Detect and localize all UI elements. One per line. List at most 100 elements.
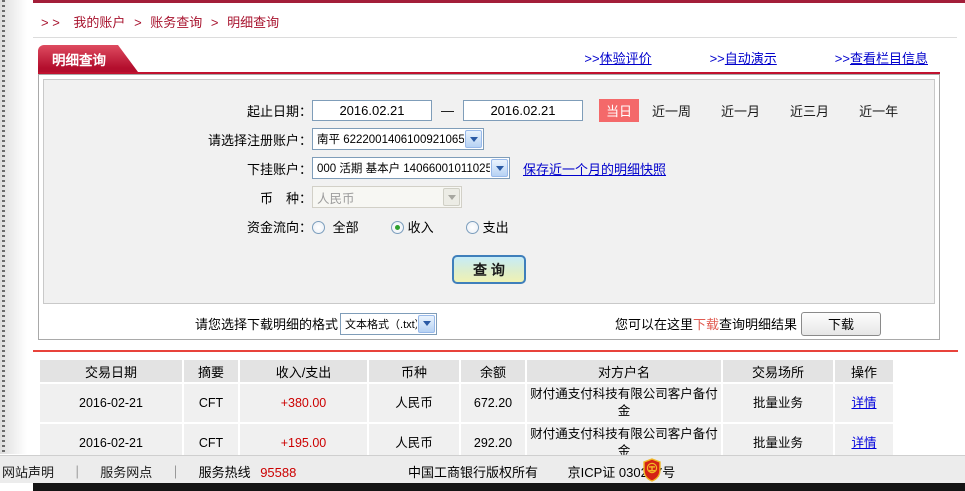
link-experience-rating[interactable]: >>体验评价 bbox=[584, 48, 651, 67]
cell-channel: 批量业务 bbox=[723, 384, 833, 422]
security-badge-icon bbox=[642, 458, 662, 485]
date-from-input[interactable] bbox=[312, 100, 432, 121]
chevron-down-icon[interactable] bbox=[491, 159, 508, 177]
breadcrumb-separator: > bbox=[134, 15, 142, 30]
table-row: 2016-02-21 CFT +380.00 人民币 672.20 财付通支付科… bbox=[40, 384, 893, 422]
col-header-summary: 摘要 bbox=[184, 360, 238, 382]
date-range-row: 起止日期： — 当日 近一周 近一月 近三月 近一年 bbox=[44, 98, 934, 122]
table-header-row: 交易日期 摘要 收入/支出 币种 余额 对方户名 交易场所 操作 bbox=[40, 360, 893, 382]
range-today-button[interactable]: 当日 bbox=[599, 99, 639, 122]
link-view-column-info[interactable]: >>查看栏目信息 bbox=[835, 48, 928, 67]
date-range-label: 起止日期： bbox=[44, 101, 312, 120]
query-button[interactable]: 查 询 bbox=[452, 255, 526, 284]
col-header-date: 交易日期 bbox=[40, 360, 182, 382]
cell-balance: 672.20 bbox=[461, 384, 525, 422]
breadcrumb-item-detail-query[interactable]: 明细查询 bbox=[227, 15, 279, 30]
save-snapshot-link[interactable]: 保存近一个月的明细快照 bbox=[523, 159, 666, 178]
subaccount-select[interactable]: 000 活期 基本户 1406600101102571848 bbox=[312, 157, 510, 179]
hint-prefix: 您可以在这里 bbox=[615, 317, 693, 332]
date-to-input[interactable] bbox=[463, 100, 583, 121]
footer-link-branches[interactable]: 服务网点 bbox=[100, 465, 152, 480]
breadcrumb-separator: > bbox=[211, 15, 219, 30]
link-prefix: >> bbox=[710, 51, 725, 66]
cell-summary: CFT bbox=[184, 384, 238, 422]
subaccount-label: 下挂账户： bbox=[44, 159, 312, 178]
left-gutter bbox=[0, 0, 30, 454]
footer-link-statement[interactable]: 网站声明 bbox=[2, 465, 54, 480]
download-hint-link[interactable]: 下载 bbox=[693, 317, 719, 332]
subaccount-select-value: 000 活期 基本户 1406600101102571848 bbox=[317, 160, 490, 176]
footer-copyright: 中国工商银行版权所有 京ICP证 030247号 bbox=[408, 462, 675, 481]
flow-option-income[interactable]: 收入 bbox=[391, 217, 434, 236]
radio-income-icon[interactable] bbox=[391, 221, 404, 234]
radio-all-icon[interactable] bbox=[312, 221, 325, 234]
link-auto-demo[interactable]: >>自动演示 bbox=[710, 48, 777, 67]
radio-expense-icon[interactable] bbox=[466, 221, 479, 234]
currency-label: 币 种： bbox=[44, 188, 312, 207]
breadcrumb-prefix: > > bbox=[41, 15, 60, 30]
account-select-value: 南平 6222001406100921065 灵通卡 bbox=[317, 131, 464, 147]
currency-select-value: 人民币 bbox=[317, 188, 442, 207]
download-button[interactable]: 下载 bbox=[801, 312, 881, 336]
col-header-amount: 收入/支出 bbox=[240, 360, 367, 382]
main-area: > > 我的账户 > 账务查询 > 明细查询 明细查询 >>体验评价 >>自动演… bbox=[33, 0, 965, 464]
results-table: 交易日期 摘要 收入/支出 币种 余额 对方户名 交易场所 操作 2016-02… bbox=[38, 358, 895, 464]
download-format-value: 文本格式（.txt） bbox=[345, 316, 417, 332]
hint-suffix: 查询明细结果 bbox=[719, 317, 797, 332]
footer-links: 网站声明 ｜ 服务网点 ｜ 服务热线 95588 bbox=[2, 462, 296, 481]
download-format-select[interactable]: 文本格式（.txt） bbox=[340, 313, 437, 335]
col-header-currency: 币种 bbox=[369, 360, 459, 382]
date-dash: — bbox=[441, 103, 454, 118]
bottom-black-bar bbox=[33, 483, 965, 491]
col-header-balance: 余额 bbox=[461, 360, 525, 382]
chevron-down-icon[interactable] bbox=[465, 130, 482, 148]
flow-label: 资金流向： bbox=[44, 217, 312, 236]
account-label: 请选择注册账户： bbox=[44, 130, 312, 149]
range-month-link[interactable]: 近一月 bbox=[721, 101, 760, 120]
footer-separator: ｜ bbox=[169, 465, 182, 480]
query-button-wrap: 查 询 bbox=[44, 255, 934, 284]
cell-counterparty: 财付通支付科技有限公司客户备付金 bbox=[527, 384, 721, 422]
footer: 网站声明 ｜ 服务网点 ｜ 服务热线 95588 中国工商银行版权所有 京ICP… bbox=[0, 455, 965, 483]
breadcrumb-item-my-account[interactable]: 我的账户 bbox=[73, 15, 125, 30]
download-row: 请您选择下载明细的格式 文本格式（.txt） 您可以在这里下载查询明细结果 下载 bbox=[39, 308, 939, 339]
currency-row: 币 种： 人民币 bbox=[44, 185, 934, 209]
query-form: 起止日期： — 当日 近一周 近一月 近三月 近一年 请选择注册账户： 南平 6… bbox=[43, 79, 935, 304]
cell-date: 2016-02-21 bbox=[40, 384, 182, 422]
flow-option-all[interactable]: 全部 bbox=[312, 217, 359, 236]
detail-link[interactable]: 详情 bbox=[851, 396, 876, 410]
breadcrumb-item-account-query[interactable]: 账务查询 bbox=[150, 15, 202, 30]
link-prefix: >> bbox=[835, 51, 850, 66]
flow-row: 资金流向： 全部 收入 支出 bbox=[44, 214, 934, 238]
download-hint: 您可以在这里下载查询明细结果 bbox=[615, 314, 797, 333]
breadcrumb: > > 我的账户 > 账务查询 > 明细查询 bbox=[33, 3, 957, 38]
footer-separator: ｜ bbox=[71, 465, 84, 480]
link-prefix: >> bbox=[584, 51, 599, 66]
chevron-down-icon[interactable] bbox=[418, 315, 435, 333]
account-row: 请选择注册账户： 南平 6222001406100921065 灵通卡 bbox=[44, 127, 934, 151]
footer-hotline-label: 服务热线 bbox=[199, 465, 251, 480]
tab-header-row: 明细查询 >>体验评价 >>自动演示 >>查看栏目信息 bbox=[38, 45, 940, 74]
top-links: >>体验评价 >>自动演示 >>查看栏目信息 bbox=[584, 48, 940, 72]
flow-income-label: 收入 bbox=[408, 220, 434, 235]
flow-expense-label: 支出 bbox=[483, 220, 509, 235]
flow-option-expense[interactable]: 支出 bbox=[466, 217, 509, 236]
link-label: 体验评价 bbox=[600, 51, 652, 66]
tab-detail-query[interactable]: 明细查询 bbox=[38, 45, 138, 72]
range-quarter-link[interactable]: 近三月 bbox=[790, 101, 829, 120]
download-format-label: 请您选择下载明细的格式 bbox=[195, 314, 338, 333]
flow-all-label: 全部 bbox=[333, 220, 359, 235]
cell-amount: +380.00 bbox=[240, 384, 367, 422]
range-week-link[interactable]: 近一周 bbox=[652, 101, 691, 120]
account-select[interactable]: 南平 6222001406100921065 灵通卡 bbox=[312, 128, 484, 150]
detail-link[interactable]: 详情 bbox=[851, 436, 876, 450]
copyright-text: 中国工商银行版权所有 bbox=[408, 465, 538, 480]
link-label: 自动演示 bbox=[725, 51, 777, 66]
red-divider bbox=[33, 350, 958, 352]
range-year-link[interactable]: 近一年 bbox=[859, 101, 898, 120]
col-header-action: 操作 bbox=[835, 360, 893, 382]
currency-select: 人民币 bbox=[312, 186, 462, 208]
query-panel: 起止日期： — 当日 近一周 近一月 近三月 近一年 请选择注册账户： 南平 6… bbox=[38, 74, 940, 340]
cell-currency: 人民币 bbox=[369, 384, 459, 422]
chevron-down-icon bbox=[443, 188, 460, 206]
